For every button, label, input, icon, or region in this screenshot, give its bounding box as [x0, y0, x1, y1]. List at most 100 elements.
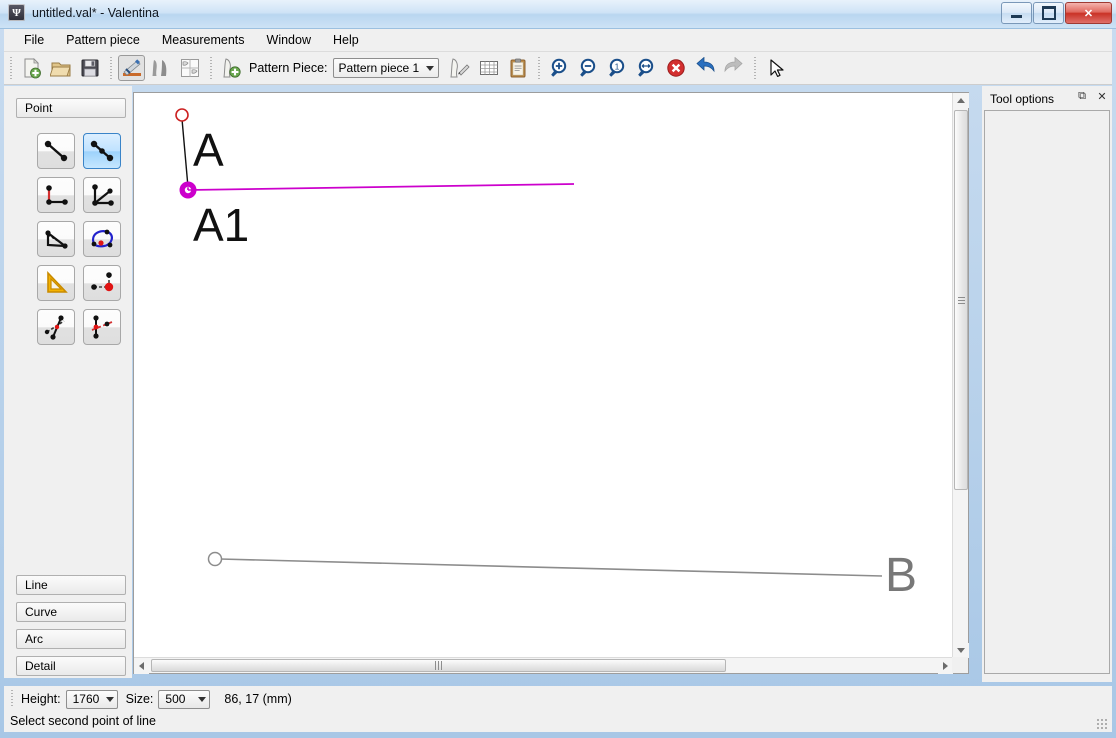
close-tool-options-button[interactable]: ✕	[1096, 90, 1108, 102]
clipboard-icon	[507, 57, 529, 79]
status-message-bar: Select second point of line	[4, 710, 1112, 732]
scroll-right-button[interactable]	[938, 658, 953, 674]
toolbar-drag-handle-4[interactable]	[536, 57, 542, 79]
menu-measurements[interactable]: Measurements	[152, 30, 255, 50]
toolbar-drag-handle-1[interactable]	[8, 57, 14, 79]
tool-point-along-line[interactable]	[83, 133, 121, 169]
application-window: Ψ untitled.val* - Valentina ✕ File Patte…	[0, 0, 1116, 738]
menu-file[interactable]: File	[14, 30, 54, 50]
redo-arrow-icon	[722, 57, 746, 79]
arrow-pointer-button[interactable]	[762, 55, 789, 81]
tool-point-intersect-lines[interactable]	[83, 177, 121, 213]
stop-error-icon	[665, 57, 687, 79]
save-pattern-button[interactable]	[76, 55, 103, 81]
vertical-scroll-thumb[interactable]	[954, 110, 968, 490]
height-select[interactable]: 1760	[66, 690, 118, 709]
close-button[interactable]: ✕	[1065, 2, 1112, 24]
individual-measurements-button[interactable]	[446, 55, 473, 81]
size-label: Size:	[126, 692, 154, 706]
toolbox-section-point[interactable]: Point	[16, 98, 126, 118]
height-value: 1760	[73, 692, 100, 706]
scroll-left-button[interactable]	[134, 658, 149, 674]
scrollbar-corner	[952, 657, 968, 673]
toolbar-drag-handle-3[interactable]	[208, 57, 214, 79]
zoom-original-icon: 1	[607, 57, 629, 79]
zoom-original-button[interactable]: 1	[604, 55, 631, 81]
zoom-fit-best-button[interactable]	[633, 55, 660, 81]
menu-help[interactable]: Help	[323, 30, 369, 50]
tool-cell-3	[33, 173, 79, 217]
tool-options-content	[984, 110, 1110, 674]
tool-point-end-line[interactable]	[37, 133, 75, 169]
status-message: Select second point of line	[10, 714, 156, 728]
scroll-down-button[interactable]	[953, 643, 969, 658]
horizontal-scroll-thumb[interactable]	[151, 659, 726, 672]
add-pattern-piece-button[interactable]	[218, 55, 245, 81]
tool-point-intersect-arcs[interactable]	[37, 309, 75, 345]
tool-point-perpendicular[interactable]	[37, 177, 75, 213]
toolbox-section-arc[interactable]: Arc	[16, 629, 126, 649]
axis-intersect-icon	[88, 314, 116, 340]
toolbar-drag-handle-2[interactable]	[108, 57, 114, 79]
minimize-button[interactable]	[1001, 2, 1032, 24]
window-controls: ✕	[1001, 2, 1112, 24]
toolbox-section-curve[interactable]: Curve	[16, 602, 126, 622]
table-grid-icon	[478, 57, 500, 79]
tool-cell-1	[33, 129, 79, 173]
canvas-vertical-scrollbar[interactable]	[952, 93, 968, 658]
redo-button[interactable]	[720, 55, 747, 81]
menu-pattern-piece[interactable]: Pattern piece	[56, 30, 150, 50]
tool-point-along-bisector[interactable]	[37, 221, 75, 257]
toolbar-drag-handle-5[interactable]	[752, 57, 758, 79]
valentina-icon: Ψ	[8, 4, 25, 21]
window-title: untitled.val* - Valentina	[32, 6, 159, 20]
cursor-arrow-icon	[765, 57, 787, 79]
tool-point-on-curve[interactable]	[83, 221, 121, 257]
size-select[interactable]: 500	[158, 690, 210, 709]
new-pattern-button[interactable]	[18, 55, 45, 81]
chevron-down-icon	[198, 697, 206, 702]
tool-cell-8	[79, 261, 125, 305]
scroll-thumb-grip-h-icon	[435, 661, 442, 670]
detail-mode-button[interactable]	[147, 55, 174, 81]
tool-triangle[interactable]	[37, 265, 75, 301]
zoom-out-button[interactable]	[575, 55, 602, 81]
cursor-coordinates: 86, 17 (mm)	[224, 692, 291, 706]
toolbox-section-point-label: Point	[25, 101, 52, 115]
minimize-icon	[1011, 15, 1022, 18]
history-button[interactable]	[504, 55, 531, 81]
triangle-ruler-icon	[42, 270, 70, 296]
arc-intersect-icon	[42, 314, 70, 340]
tool-point-intersect-axis[interactable]	[83, 309, 121, 345]
line-a-to-a1	[182, 119, 188, 187]
size-value: 500	[165, 692, 185, 706]
stop-button[interactable]	[662, 55, 689, 81]
tool-options-title: Tool options	[990, 92, 1054, 106]
draw-mode-button[interactable]	[118, 55, 145, 81]
scroll-up-button[interactable]	[953, 93, 969, 108]
segment-two-endpoints-icon	[42, 138, 70, 164]
maximize-button[interactable]	[1033, 2, 1064, 24]
undo-button[interactable]	[691, 55, 718, 81]
menu-window[interactable]: Window	[257, 30, 321, 50]
tool-point-of-shoulder[interactable]	[83, 265, 121, 301]
toolbox-section-line[interactable]: Line	[16, 575, 126, 595]
pattern-piece-select[interactable]: Pattern piece 1	[333, 58, 440, 78]
statusbar-drag-handle[interactable]	[10, 690, 15, 708]
pattern-drawing: A A1 B	[134, 93, 953, 658]
pattern-canvas[interactable]: A A1 B	[134, 93, 953, 658]
line-b-base	[220, 559, 882, 576]
zoom-in-button[interactable]	[546, 55, 573, 81]
zoom-fit-icon	[636, 57, 658, 79]
toolbox-section-detail[interactable]: Detail	[16, 656, 126, 676]
open-pattern-button[interactable]	[47, 55, 74, 81]
tool-cell-9	[33, 305, 79, 349]
canvas-horizontal-scrollbar[interactable]	[134, 657, 953, 673]
tables-of-variables-button[interactable]	[475, 55, 502, 81]
window-resize-grip[interactable]	[1096, 718, 1108, 730]
chevron-right-icon	[943, 662, 948, 670]
pattern-piece-selected-value: Pattern piece 1	[339, 61, 420, 75]
undock-tool-options-button[interactable]: ⧉	[1076, 90, 1088, 102]
close-icon: ✕	[1084, 7, 1093, 20]
layout-mode-button[interactable]	[176, 55, 203, 81]
